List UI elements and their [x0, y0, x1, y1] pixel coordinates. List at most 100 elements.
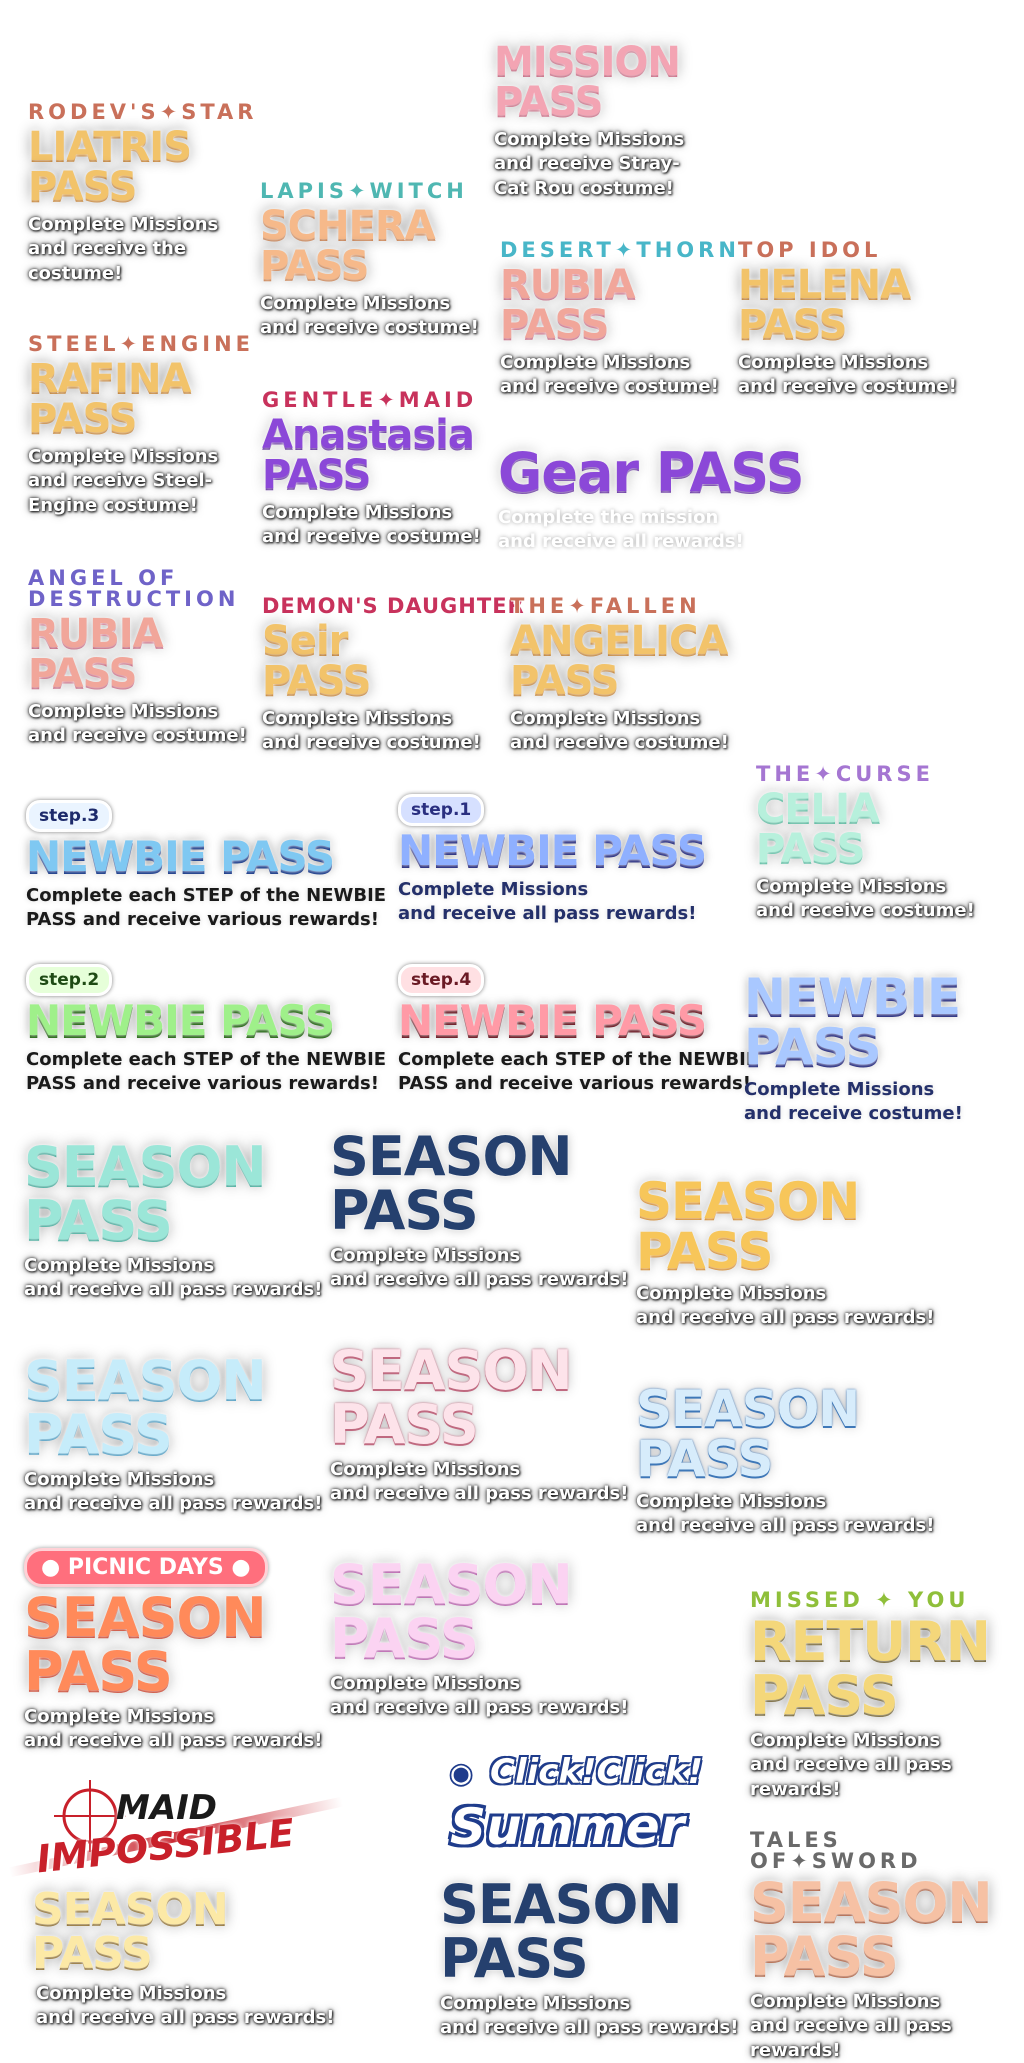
return-title: RETURN PASS	[750, 1615, 1024, 1723]
celia-desc-line1: Complete Missions	[756, 876, 947, 897]
mission-desc-line1: Complete Missions	[494, 129, 685, 150]
return-desc-line1: Complete Missions	[750, 1730, 941, 1751]
tales-of-sword-card: TALES OF✦SWORD SEASON PASS Complete Miss…	[750, 1830, 1024, 2063]
newbie-step2-card: step.2 NEWBIE PASS Complete each STEP of…	[26, 964, 386, 1097]
summer-season-description: Complete Missions and receive all pass r…	[440, 1992, 738, 2041]
season-pink-desc-line2: and receive all pass rewards!	[330, 1483, 629, 1505]
summer-season-title: SEASON PASS	[440, 1878, 738, 1986]
season-lavender-card: SEASON PASS Complete Missions and receiv…	[330, 1558, 628, 1721]
angelica-pass-card: THE✦FALLEN ANGELICA PASS Complete Missio…	[510, 596, 729, 756]
rubia-desert-title: RUBIA PASS	[500, 265, 740, 345]
helena-title: HELENA PASS	[738, 265, 957, 345]
season-pink-description: Complete Missions and receive all pass r…	[330, 1458, 628, 1507]
seir-pass-card: DEMON'S DAUGHTER Seir PASS Complete Miss…	[262, 596, 525, 756]
gear-pass-card: Gear PASS Complete the mission and recei…	[498, 441, 805, 555]
liatris-desc-line2: and receive the	[28, 238, 187, 260]
season-mint-desc-line2: and receive all pass rewards!	[24, 1279, 323, 1301]
tales-subtitle: TALES OF✦SWORD	[750, 1828, 922, 1873]
liatris-title: LIATRIS PASS	[28, 127, 257, 207]
liatris-desc-line1: Complete Missions	[28, 214, 219, 235]
season-lightblue-title-line2: PASS	[24, 1403, 173, 1466]
season-lavender-title: SEASON PASS	[330, 1558, 628, 1666]
newbie-step3-card: step.3 NEWBIE PASS Complete each STEP of…	[26, 800, 386, 933]
rafina-desc-line2: and receive Steel-	[28, 470, 213, 492]
newbie-step3-title: NEWBIE PASS	[26, 832, 335, 881]
gear-title: Gear PASS	[498, 441, 805, 504]
maid-impossible-logo: MAID IMPOSSIBLE	[6, 1770, 344, 1888]
newbie-step2-desc-line1: Complete each STEP of the NEWBIE	[26, 1049, 387, 1070]
newbie-costume-card: NEWBIE PASS Complete Missions and receiv…	[744, 972, 963, 1127]
newbie-costume-desc-line1: Complete Missions	[744, 1079, 935, 1100]
season-paleblue-description: Complete Missions and receive all pass r…	[636, 1490, 934, 1539]
rafina-subtitle: STEEL✦ENGINE	[28, 332, 255, 356]
liatris-desc-line3: costume!	[28, 262, 123, 284]
gear-description: Complete the mission and receive all rew…	[498, 506, 804, 555]
rafina-title-line2: PASS	[28, 396, 137, 442]
summer-season-desc-line1: Complete Missions	[440, 1993, 631, 2014]
season-paleblue-title-line2: PASS	[636, 1430, 774, 1488]
tales-season-title: SEASON PASS	[750, 1876, 1024, 1984]
season-lightblue-title: SEASON PASS	[24, 1354, 322, 1462]
newbie-step4-desc-line2: PASS and receive various rewards!	[398, 1073, 751, 1095]
seir-subtitle: DEMON'S DAUGHTER	[262, 594, 525, 618]
newbie-step4-title: NEWBIE PASS	[398, 996, 707, 1045]
step1-badge: step.1	[398, 794, 485, 826]
rubia-angel-description: Complete Missions and receive costume!	[28, 700, 247, 749]
celia-pass-card: THE✦CURSE CELIA PASS Complete Missions a…	[756, 764, 975, 924]
season-navy-desc-line1: Complete Missions	[330, 1245, 521, 1266]
season-paleblue-desc-line2: and receive all pass rewards!	[636, 1515, 935, 1537]
season-mint-card: SEASON PASS Complete Missions and receiv…	[24, 1140, 322, 1303]
anastasia-desc-line1: Complete Missions	[262, 502, 453, 523]
newbie-step2-title: NEWBIE PASS	[26, 996, 335, 1045]
season-navy-title-line2: PASS	[330, 1179, 479, 1242]
celia-title-line2: PASS	[756, 826, 865, 872]
season-lavender-description: Complete Missions and receive all pass r…	[330, 1672, 628, 1721]
rafina-desc-line3: Engine costume!	[28, 494, 198, 516]
season-mint-description: Complete Missions and receive all pass r…	[24, 1254, 322, 1303]
season-pink-title-line2: PASS	[330, 1393, 479, 1456]
rubia-angel-desc-line1: Complete Missions	[28, 701, 219, 722]
season-picnic-desc-line2: and receive all pass rewards!	[24, 1730, 323, 1752]
liatris-description: Complete Missions and receive the costum…	[28, 213, 257, 286]
strawberry-icon: ●	[231, 1555, 251, 1580]
schera-description: Complete Missions and receive costume!	[260, 292, 479, 341]
camera-icon: ◉	[448, 1756, 475, 1791]
newbie-step1-title: NEWBIE PASS	[398, 826, 707, 875]
tales-season-desc-line2: and receive all pass rewards!	[750, 2015, 952, 2061]
season-lavender-title-line2: PASS	[330, 1607, 479, 1670]
maid-season-desc-line1: Complete Missions	[36, 1983, 227, 2004]
season-lightblue-description: Complete Missions and receive all pass r…	[24, 1468, 322, 1517]
season-yellow-desc-line2: and receive all pass rewards!	[636, 1307, 935, 1329]
return-pass-card: MISSED ✦ YOU RETURN PASS Complete Missio…	[750, 1590, 1024, 1802]
seir-title-line2: PASS	[262, 658, 371, 704]
newbie-costume-title: NEWBIE PASS	[744, 972, 963, 1072]
rubia-angel-subtitle: ANGEL OF DESTRUCTION	[28, 568, 247, 610]
season-paleblue-desc-line1: Complete Missions	[636, 1491, 827, 1512]
season-lavender-desc-line2: and receive all pass rewards!	[330, 1697, 629, 1719]
return-title-line2: PASS	[750, 1664, 899, 1727]
helena-subtitle: TOP IDOL	[738, 238, 882, 262]
newbie-costume-title-line2: PASS	[744, 1018, 882, 1076]
season-lightblue-card: SEASON PASS Complete Missions and receiv…	[24, 1354, 322, 1517]
helena-description: Complete Missions and receive costume!	[738, 351, 957, 400]
newbie-step4-card: step.4 NEWBIE PASS Complete each STEP of…	[398, 964, 758, 1097]
season-pink-title: SEASON PASS	[330, 1344, 628, 1452]
season-yellow-desc-line1: Complete Missions	[636, 1283, 827, 1304]
season-lightblue-desc-line2: and receive all pass rewards!	[24, 1493, 323, 1515]
helena-desc-line2: and receive costume!	[738, 376, 957, 398]
schera-desc-line2: and receive costume!	[260, 317, 479, 339]
helena-title-line2: PASS	[738, 302, 847, 348]
season-mint-title: SEASON PASS	[24, 1140, 322, 1248]
seir-title: Seir PASS	[262, 621, 525, 701]
schera-desc-line1: Complete Missions	[260, 293, 451, 314]
angelica-desc-line2: and receive costume!	[510, 732, 729, 754]
return-description: Complete Missions and receive all pass r…	[750, 1729, 1024, 1802]
gear-desc-line1: Complete the mission	[498, 507, 719, 528]
liatris-pass-card: RODEV'S✦STAR LIATRIS PASS Complete Missi…	[28, 102, 257, 286]
season-mint-title-line2: PASS	[24, 1189, 173, 1252]
newbie-step3-desc-line2: PASS and receive various rewards!	[26, 909, 379, 931]
summer-season-desc-line2: and receive all pass rewards!	[440, 2017, 739, 2039]
newbie-step1-desc-line1: Complete Missions	[398, 879, 589, 900]
season-yellow-title-line2: PASS	[636, 1222, 774, 1280]
helena-pass-card: TOP IDOL HELENA PASS Complete Missions a…	[738, 240, 957, 400]
